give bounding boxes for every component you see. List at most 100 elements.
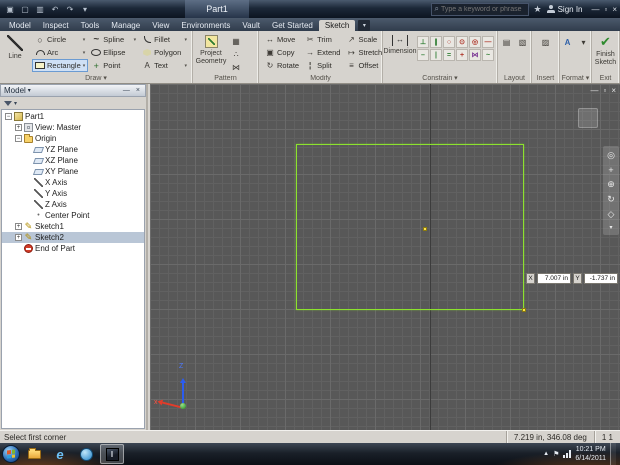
tab-sketch[interactable]: Sketch <box>318 20 356 31</box>
horizontal-constraint-icon[interactable]: – <box>417 49 429 61</box>
format-text-icon[interactable]: A <box>561 36 575 48</box>
expand-icon[interactable]: + <box>15 223 22 230</box>
browser-close-icon[interactable]: × <box>134 87 142 94</box>
new-file-icon[interactable]: ▢ <box>19 3 31 15</box>
fix-constraint-icon[interactable]: + <box>456 49 468 61</box>
tree-item-end-of-part[interactable]: End of Part <box>2 243 144 254</box>
viewcube[interactable] <box>578 108 598 128</box>
polygon-tool-button[interactable]: Polygon <box>139 46 190 59</box>
close-button[interactable]: × <box>612 5 617 14</box>
layout-panel-label[interactable]: Layout <box>498 75 531 83</box>
rectangular-pattern-icon[interactable]: ▦ <box>229 35 243 47</box>
show-desktop-button[interactable] <box>610 443 616 465</box>
constrain-panel-label[interactable]: Constrain ▾ <box>383 74 497 83</box>
redo-icon[interactable]: ↷ <box>64 3 76 15</box>
taskbar-ie-button[interactable]: e <box>48 444 72 464</box>
move-tool-button[interactable]: Move <box>262 33 302 46</box>
tab-get-started[interactable]: Get Started <box>266 20 319 31</box>
tree-item-xy-plane[interactable]: XY Plane <box>2 166 144 177</box>
sketch-block-icon[interactable]: ▤ <box>500 36 514 48</box>
sketch-rectangle[interactable] <box>296 144 524 310</box>
fillet-tool-button[interactable]: Fillet ▾ <box>139 33 190 46</box>
sketch-canvas[interactable]: X 7.007 in Y -1.737 in — ▫ × ◎ + ⊕ ↻ ◇ ▾… <box>150 84 620 430</box>
save-icon[interactable]: ▥ <box>34 3 46 15</box>
insert-panel-label[interactable]: Insert <box>532 75 559 83</box>
x-coordinate-input[interactable]: 7.007 in <box>537 273 571 284</box>
format-dropdown-icon[interactable]: ▾ <box>577 36 591 48</box>
pan-icon[interactable]: + <box>608 165 613 175</box>
tab-model[interactable]: Model <box>3 20 37 31</box>
finish-sketch-button[interactable]: ✔ Finish Sketch <box>592 31 619 66</box>
collinear-constraint-icon[interactable]: ― <box>482 36 494 48</box>
circular-pattern-icon[interactable]: ∴ <box>229 48 243 60</box>
rectangle-corner-dot[interactable] <box>522 308 526 312</box>
tab-environments[interactable]: Environments <box>175 20 236 31</box>
coincident-constraint-icon[interactable]: ⊙ <box>456 36 468 48</box>
exit-panel-label[interactable]: Exit <box>592 75 619 83</box>
browser-dropdown-icon[interactable]: ▾ <box>28 87 31 94</box>
tab-manage[interactable]: Manage <box>105 20 146 31</box>
network-icon[interactable] <box>563 450 572 458</box>
point-tool-button[interactable]: Point <box>88 59 139 72</box>
tree-item-y-axis[interactable]: Y Axis <box>2 188 144 199</box>
mirror-icon[interactable]: ⋈ <box>229 61 243 73</box>
expand-icon[interactable]: + <box>15 234 22 241</box>
trim-tool-button[interactable]: Trim <box>302 33 343 46</box>
rectangle-tool-button[interactable]: Rectangle ▾ <box>32 59 89 72</box>
dropdown-arrow-icon[interactable]: ▾ <box>83 63 86 69</box>
orbit-icon[interactable]: ↻ <box>607 194 615 205</box>
minimize-button[interactable]: — <box>591 5 599 14</box>
action-center-flag-icon[interactable]: ⚑ <box>553 450 559 458</box>
browser-header[interactable]: Model ▾ — × <box>0 84 146 97</box>
format-panel-label[interactable]: Format ▾ <box>560 74 591 83</box>
collapse-icon[interactable]: − <box>15 135 22 142</box>
tab-tools[interactable]: Tools <box>75 20 106 31</box>
filter-icon[interactable] <box>4 100 12 106</box>
smooth-constraint-icon[interactable]: ~ <box>482 49 494 61</box>
doc-close-icon[interactable]: × <box>611 86 616 95</box>
tree-item-x-axis[interactable]: X Axis <box>2 177 144 188</box>
tree-item-center-point[interactable]: Center Point <box>2 210 144 221</box>
taskbar-explorer-button[interactable] <box>22 444 46 464</box>
equal-constraint-icon[interactable]: = <box>443 49 455 61</box>
copy-tool-button[interactable]: Copy <box>262 46 302 59</box>
tree-item-origin[interactable]: − Origin <box>2 133 144 144</box>
tree-item-part1[interactable]: − Part1 <box>2 111 144 122</box>
tray-expand-icon[interactable]: ▲ <box>543 451 549 457</box>
extend-tool-button[interactable]: Extend <box>302 46 343 59</box>
circle-tool-button[interactable]: Circle ▾ <box>32 33 88 46</box>
doc-restore-icon[interactable]: ▫ <box>603 86 606 95</box>
restore-button[interactable]: ▫ <box>604 5 607 14</box>
draw-panel-label[interactable]: Draw ▾ <box>0 74 192 83</box>
split-tool-button[interactable]: Split <box>302 59 343 72</box>
modify-panel-label[interactable]: Modify <box>259 75 382 83</box>
offset-tool-button[interactable]: Offset <box>343 59 385 72</box>
search-input[interactable] <box>440 5 525 13</box>
taskbar-inventor-button[interactable]: I <box>100 444 124 464</box>
filter-dropdown-icon[interactable]: ▾ <box>14 100 17 107</box>
symmetric-constraint-icon[interactable]: ⋈ <box>469 49 481 61</box>
perpendicular-constraint-icon[interactable]: ⊥ <box>417 36 429 48</box>
dropdown-arrow-icon[interactable]: ▾ <box>83 50 86 56</box>
concentric-constraint-icon[interactable]: ◎ <box>469 36 481 48</box>
tree-item-yz-plane[interactable]: YZ Plane <box>2 144 144 155</box>
text-tool-button[interactable]: Text ▾ <box>139 59 190 72</box>
origin-point-dot[interactable] <box>423 227 427 231</box>
tree-item-view-master[interactable]: + View: Master <box>2 122 144 133</box>
insert-image-icon[interactable]: ▨ <box>539 36 553 48</box>
dropdown-arrow-icon[interactable]: ▾ <box>134 37 137 43</box>
start-button[interactable] <box>2 445 20 463</box>
spline-tool-button[interactable]: Spline ▾ <box>88 33 139 46</box>
tab-inspect[interactable]: Inspect <box>37 20 75 31</box>
tangent-constraint-icon[interactable]: ○ <box>443 36 455 48</box>
pattern-panel-label[interactable]: Pattern <box>193 75 258 83</box>
dropdown-arrow-icon[interactable]: ▾ <box>184 63 187 69</box>
arc-tool-button[interactable]: Arc ▾ <box>32 46 88 59</box>
taskbar-clock[interactable]: 10:21 PM 6/14/2011 <box>575 445 606 463</box>
stretch-tool-button[interactable]: Stretch <box>343 46 385 59</box>
sign-in-button[interactable]: Sign In <box>546 5 582 14</box>
dropdown-arrow-icon[interactable]: ▾ <box>184 37 187 43</box>
taskbar-media-button[interactable] <box>74 444 98 464</box>
ellipse-tool-button[interactable]: Ellipse <box>88 46 139 59</box>
qat-dropdown-icon[interactable]: ▾ <box>79 3 91 15</box>
